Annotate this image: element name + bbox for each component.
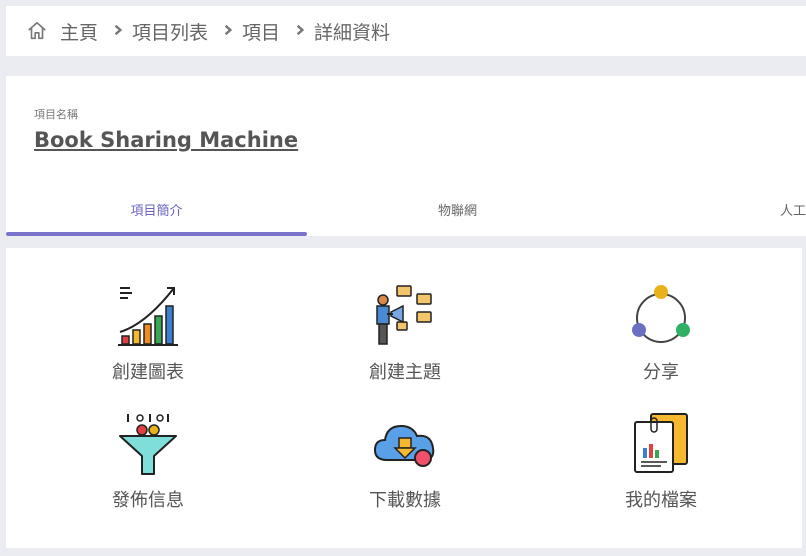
files-icon: [629, 412, 693, 476]
tab-iot[interactable]: 物聯網: [307, 186, 608, 236]
funnel-publish-icon: [116, 412, 180, 476]
breadcrumb: 主頁 項目列表 項目 詳細資料: [6, 6, 806, 56]
action-label: 創建主題: [369, 362, 441, 383]
tab-bar: 項目簡介 物聯網 人工: [6, 186, 806, 236]
home-icon[interactable]: [26, 20, 48, 42]
breadcrumb-project-list[interactable]: 項目列表: [132, 18, 208, 45]
tab-overview[interactable]: 項目簡介: [6, 186, 307, 236]
action-label: 下載數據: [369, 490, 441, 511]
share-button[interactable]: 分享: [520, 284, 802, 412]
share-nodes-icon: [629, 284, 693, 348]
project-card: 項目名稱 Book Sharing Machine: [6, 76, 806, 186]
bar-chart-growth-icon: [116, 284, 180, 348]
chevron-right-icon: [222, 24, 236, 38]
action-label: 創建圖表: [112, 362, 184, 383]
project-title[interactable]: Book Sharing Machine: [34, 128, 778, 152]
cloud-download-icon: [373, 412, 437, 476]
breadcrumb-project[interactable]: 項目: [242, 18, 280, 45]
project-name-label: 項目名稱: [34, 108, 78, 121]
action-label: 分享: [643, 362, 679, 383]
chevron-right-icon: [294, 24, 308, 38]
my-files-button[interactable]: 我的檔案: [520, 412, 802, 540]
download-data-button[interactable]: 下載數據: [290, 412, 520, 540]
publish-message-button[interactable]: 發佈信息: [6, 412, 290, 540]
action-grid: 創建圖表 創建主題 分享 發佈信息 下載數據 我的檔案: [6, 248, 802, 548]
breadcrumb-details: 詳細資料: [314, 21, 391, 44]
create-chart-button[interactable]: 創建圖表: [6, 284, 290, 412]
chevron-right-icon: [112, 24, 126, 38]
broadcast-topic-icon: [373, 284, 437, 348]
create-topic-button[interactable]: 創建主題: [290, 284, 520, 412]
action-label: 我的檔案: [625, 490, 697, 511]
tab-ai[interactable]: 人工: [608, 186, 806, 236]
action-label: 發佈信息: [112, 490, 184, 511]
breadcrumb-home[interactable]: 主頁: [60, 18, 98, 45]
